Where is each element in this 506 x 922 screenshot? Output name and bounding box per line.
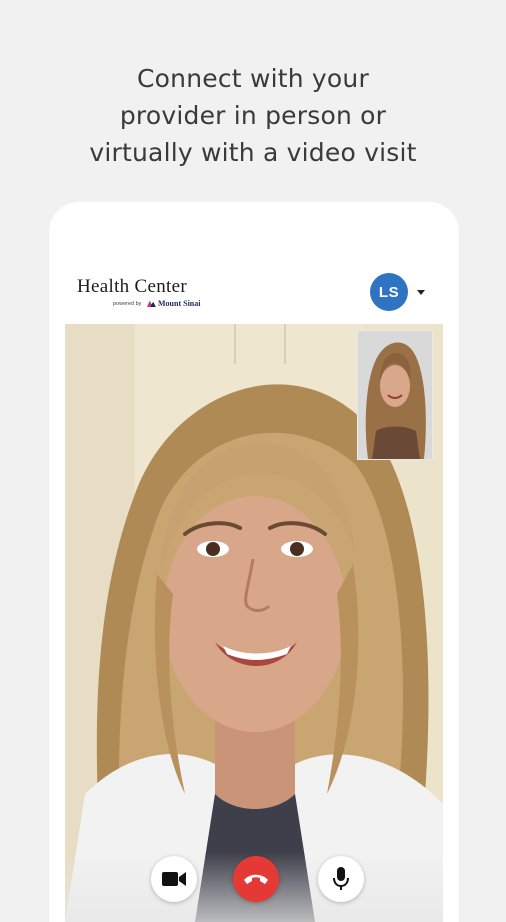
marketing-headline: Connect with your provider in person or … [0, 60, 506, 171]
headline-line-2: provider in person or [119, 101, 387, 130]
toggle-video-button[interactable] [151, 856, 197, 902]
toggle-mic-button[interactable] [318, 856, 364, 902]
video-call-area [65, 324, 443, 922]
self-view-feed [358, 331, 432, 459]
phone-frame: Health Center powered by Mount Sinai LS [49, 202, 459, 922]
user-avatar[interactable]: LS [370, 273, 408, 311]
brand-name: Mount Sinai [158, 299, 201, 308]
self-view-video[interactable] [357, 330, 433, 460]
headline-line-3: virtually with a video visit [89, 138, 417, 167]
headline-line-1: Connect with your [137, 64, 369, 93]
app-logo-title: Health Center [77, 276, 187, 297]
phone-hangup-icon [244, 874, 268, 884]
brand-logo: Mount Sinai [147, 299, 200, 308]
video-camera-icon [162, 872, 186, 886]
app-header: Health Center powered by Mount Sinai LS [49, 202, 459, 324]
powered-by-label: powered by [113, 301, 142, 307]
mount-sinai-logo-icon [147, 300, 156, 307]
microphone-icon [333, 867, 349, 890]
end-call-button[interactable] [233, 856, 279, 902]
account-dropdown-caret-icon[interactable] [417, 290, 425, 295]
